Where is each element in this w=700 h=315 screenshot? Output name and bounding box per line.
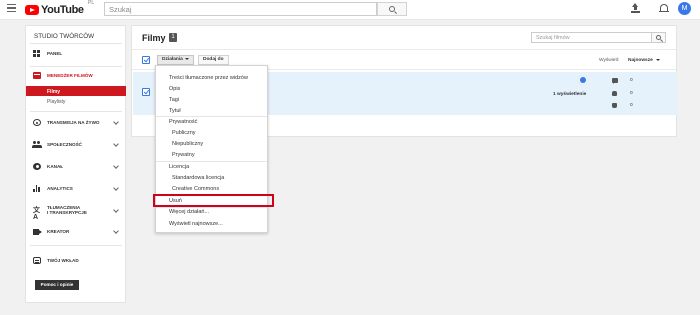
menu-item-private[interactable]: Prywatny — [172, 152, 283, 158]
menu-item-unlisted[interactable]: Niepubliczny — [172, 141, 283, 147]
sort-dropdown[interactable]: Najnowsze — [628, 58, 660, 63]
search-button[interactable] — [377, 2, 407, 16]
divider — [156, 116, 267, 117]
notifications-icon[interactable] — [659, 3, 669, 13]
chevron-down-icon — [113, 119, 119, 125]
create-icon — [33, 228, 42, 235]
menu-item-standard-license[interactable]: Standardowa licencja — [172, 175, 283, 181]
comment-icon — [612, 78, 618, 84]
divider — [30, 66, 122, 67]
menu-item-title[interactable]: Tytuł — [169, 108, 280, 114]
thumbs-up-icon — [612, 91, 617, 96]
sort-label: Wyświetl: — [599, 58, 620, 63]
sidebar-subitem-label: Playlisty — [47, 98, 66, 105]
search-icon — [389, 6, 395, 12]
delete-highlight-box — [153, 194, 274, 207]
sidebar-item-label: KREATOR — [47, 229, 70, 234]
translate-icon: 文A — [33, 207, 40, 221]
video-checkbox[interactable] — [142, 88, 150, 96]
divider — [132, 49, 676, 50]
live-icon — [33, 119, 41, 126]
sidebar-subitem-playlists[interactable]: Playlisty — [26, 96, 126, 106]
search-input[interactable]: Szukaj — [104, 2, 377, 16]
chevron-down-icon — [113, 228, 119, 234]
divider — [156, 161, 267, 162]
sidebar-item-contributions[interactable]: TWÓJ WKŁAD — [26, 255, 126, 266]
comments-count: 0 — [630, 78, 633, 83]
divider — [30, 245, 122, 246]
community-icon — [32, 141, 42, 148]
likes-count: 0 — [630, 91, 633, 96]
chevron-down-icon — [113, 185, 119, 191]
sidebar-item-label: TWÓJ WKŁAD — [47, 258, 79, 263]
menu-header-license: Licencja — [169, 164, 190, 170]
add-to-button[interactable]: Dodaj do — [198, 55, 229, 65]
actions-menu: Treści tłumaczone przez widzów Opis Tagi… — [155, 65, 268, 233]
sidebar-item-label: ANALYTICS — [47, 186, 73, 191]
sidebar-subitem-videos[interactable]: Filmy — [26, 86, 126, 96]
studio-sidebar: STUDIO TWÓRCÓW PANEL MENEDŻER FILMÓW Fil… — [25, 25, 126, 303]
top-bar: YouTube PL Szukaj M — [0, 0, 700, 20]
dislikes-count: 0 — [630, 103, 633, 108]
sidebar-item-panel[interactable]: PANEL — [26, 48, 126, 59]
youtube-logo[interactable]: YouTube — [25, 4, 84, 16]
logo-region: PL — [88, 0, 95, 6]
menu-item-creative-commons[interactable]: Creative Commons — [172, 186, 283, 192]
youtube-play-icon — [25, 5, 39, 15]
page-title: Filmy — [142, 33, 166, 43]
analytics-icon — [33, 185, 41, 192]
menu-item-public[interactable]: Publiczny — [172, 130, 283, 136]
video-manager-icon — [33, 72, 41, 79]
channel-icon — [33, 163, 41, 170]
video-search-input[interactable]: Szukaj filmów — [531, 32, 652, 43]
chevron-down-icon — [113, 141, 119, 147]
logo-text: YouTube — [41, 4, 84, 16]
chevron-down-icon — [113, 207, 119, 213]
select-all-checkbox[interactable] — [142, 56, 150, 64]
sidebar-item-community[interactable]: SPOŁECZNOŚĆ — [26, 139, 126, 150]
menu-item-description[interactable]: Opis — [169, 86, 280, 92]
search-icon — [656, 35, 661, 40]
menu-item-tags[interactable]: Tagi — [169, 97, 280, 103]
video-count-badge: 1 — [169, 33, 177, 42]
help-feedback-button[interactable]: Pomoc i opinie — [35, 280, 79, 290]
sidebar-item-label: TŁUMACZENIA I TRANSKRYPCJE — [47, 205, 87, 215]
caret-down-icon — [184, 57, 189, 60]
contributions-icon — [33, 257, 41, 264]
globe-icon — [580, 77, 586, 83]
actions-button[interactable]: Działania — [157, 55, 194, 65]
caret-down-icon — [655, 58, 660, 61]
menu-item-viewer-translations[interactable]: Treści tłumaczone przez widzów — [169, 75, 280, 81]
views-count: 1 wyświetlenie — [553, 92, 587, 97]
sidebar-item-create[interactable]: KREATOR — [26, 226, 126, 237]
dashboard-icon — [33, 50, 41, 57]
divider — [30, 111, 122, 112]
menu-header-privacy: Prywatność — [169, 119, 198, 125]
sidebar-item-translations[interactable]: 文A TŁUMACZENIA I TRANSKRYPCJE — [26, 205, 126, 221]
sidebar-title: STUDIO TWÓRCÓW — [34, 33, 95, 40]
chevron-down-icon — [113, 163, 119, 169]
sidebar-item-label: TRANSMISJA NA ŻYWO — [47, 120, 100, 125]
divider — [156, 207, 267, 208]
sidebar-item-label: MENEDŻER FILMÓW — [47, 73, 93, 78]
sidebar-item-channel[interactable]: KANAŁ — [26, 161, 126, 172]
video-search-button[interactable] — [651, 32, 666, 43]
sidebar-item-video-manager[interactable]: MENEDŻER FILMÓW — [26, 70, 126, 81]
divider — [30, 43, 122, 44]
menu-icon[interactable] — [7, 4, 16, 12]
sidebar-item-label: SPOŁECZNOŚĆ — [47, 142, 82, 147]
sidebar-item-label: KANAŁ — [47, 164, 64, 169]
menu-item-view-newest[interactable]: Wyświetl najnowsze... — [169, 221, 280, 227]
sidebar-item-live[interactable]: TRANSMISJA NA ŻYWO — [26, 117, 126, 128]
sidebar-subitem-label: Filmy — [47, 88, 61, 95]
sidebar-item-label: PANEL — [47, 51, 63, 56]
sidebar-item-analytics[interactable]: ANALYTICS — [26, 183, 126, 194]
menu-item-more-actions[interactable]: Więcej działań... — [169, 209, 280, 215]
upload-icon[interactable] — [631, 3, 640, 14]
avatar[interactable]: M — [678, 2, 691, 15]
thumbs-down-icon — [612, 103, 617, 108]
